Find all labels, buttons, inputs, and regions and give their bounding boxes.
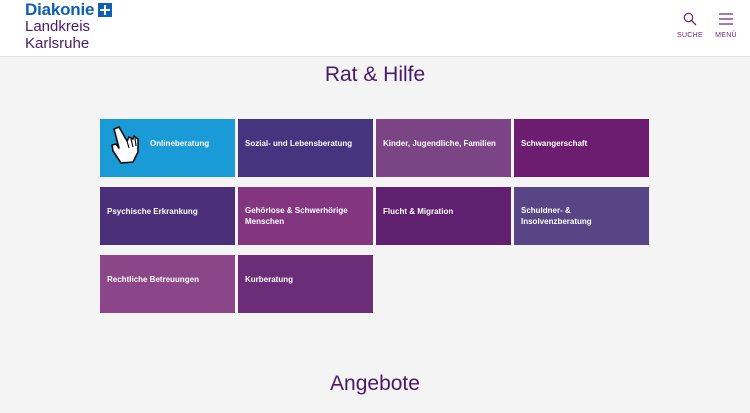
tile-label: Kinder, Jugendliche, Familien xyxy=(383,139,496,148)
diakonie-logo[interactable]: Diakonie Landkreis Karlsruhe xyxy=(25,0,113,52)
tile-label: Rechtliche Betreuungen xyxy=(107,275,200,284)
diakonie-cross-icon xyxy=(98,2,113,17)
logo-brand-text: Diakonie xyxy=(25,0,95,19)
tile-schuldner-insolvenzberatung[interactable]: Schuldner- & Insolvenzberatung xyxy=(514,187,649,245)
pointing-hand-icon xyxy=(111,126,139,164)
hamburger-menu-icon xyxy=(719,13,733,25)
tile-label: Schuldner- & Insolvenzberatung xyxy=(521,206,592,226)
logo-line-karlsruhe: Karlsruhe xyxy=(25,35,90,52)
tile-label: Sozial- und Lebensberatung xyxy=(245,139,353,148)
tile-label: Psychische Erkrankung xyxy=(107,207,198,216)
search-label: SUCHE xyxy=(676,32,703,39)
tile-label: Kurberatung xyxy=(245,275,293,284)
search-button[interactable]: SUCHE xyxy=(670,12,710,39)
tile-psychische-erkrankung[interactable]: Psychische Erkrankung xyxy=(100,187,235,245)
tile-kinder-jugendliche-familien[interactable]: Kinder, Jugendliche, Familien xyxy=(376,119,511,177)
tile-rechtliche-betreuungen[interactable]: Rechtliche Betreuungen xyxy=(100,255,235,313)
menu-label: MENÜ xyxy=(715,32,737,39)
tile-schwangerschaft[interactable]: Schwangerschaft xyxy=(514,119,649,177)
logo-line-landkreis: Landkreis xyxy=(25,18,91,35)
menu-button[interactable]: MENÜ xyxy=(706,12,746,39)
tile-onlineberatung[interactable]: Onlineberatung xyxy=(100,119,235,177)
tile-label: Flucht & Migration xyxy=(383,207,454,216)
section-title-angebote: Angebote xyxy=(330,372,420,395)
tile-gehoerlose-schwerhoerige[interactable]: Gehörlose & Schwerhörige Menschen xyxy=(238,187,373,245)
tile-label: Gehörlose & Schwerhörige Menschen xyxy=(245,206,348,226)
tile-sozial-lebensberatung[interactable]: Sozial- und Lebensberatung xyxy=(238,119,373,177)
tile-label: Schwangerschaft xyxy=(521,139,588,148)
search-icon xyxy=(683,12,697,26)
site-header: Diakonie Landkreis Karlsruhe SUCHE MENÜ xyxy=(0,0,750,57)
tile-flucht-migration[interactable]: Flucht & Migration xyxy=(376,187,511,245)
section-title-rat-hilfe: Rat & Hilfe xyxy=(324,63,426,86)
tile-kurberatung[interactable]: Kurberatung xyxy=(238,255,373,313)
